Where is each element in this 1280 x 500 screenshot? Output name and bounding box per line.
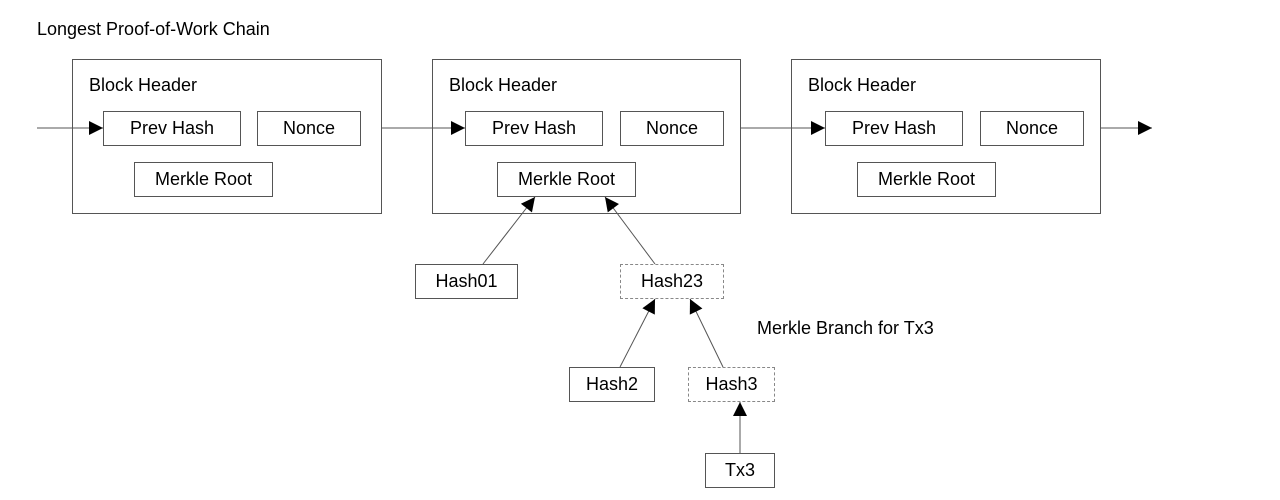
edge-hash3-hash23: [689, 298, 724, 368]
edge-hash01-root: [482, 196, 536, 265]
connector-layer: [37, 121, 1152, 453]
edge-hash2-hash23: [619, 298, 656, 368]
edge-hash23-root: [604, 196, 656, 265]
